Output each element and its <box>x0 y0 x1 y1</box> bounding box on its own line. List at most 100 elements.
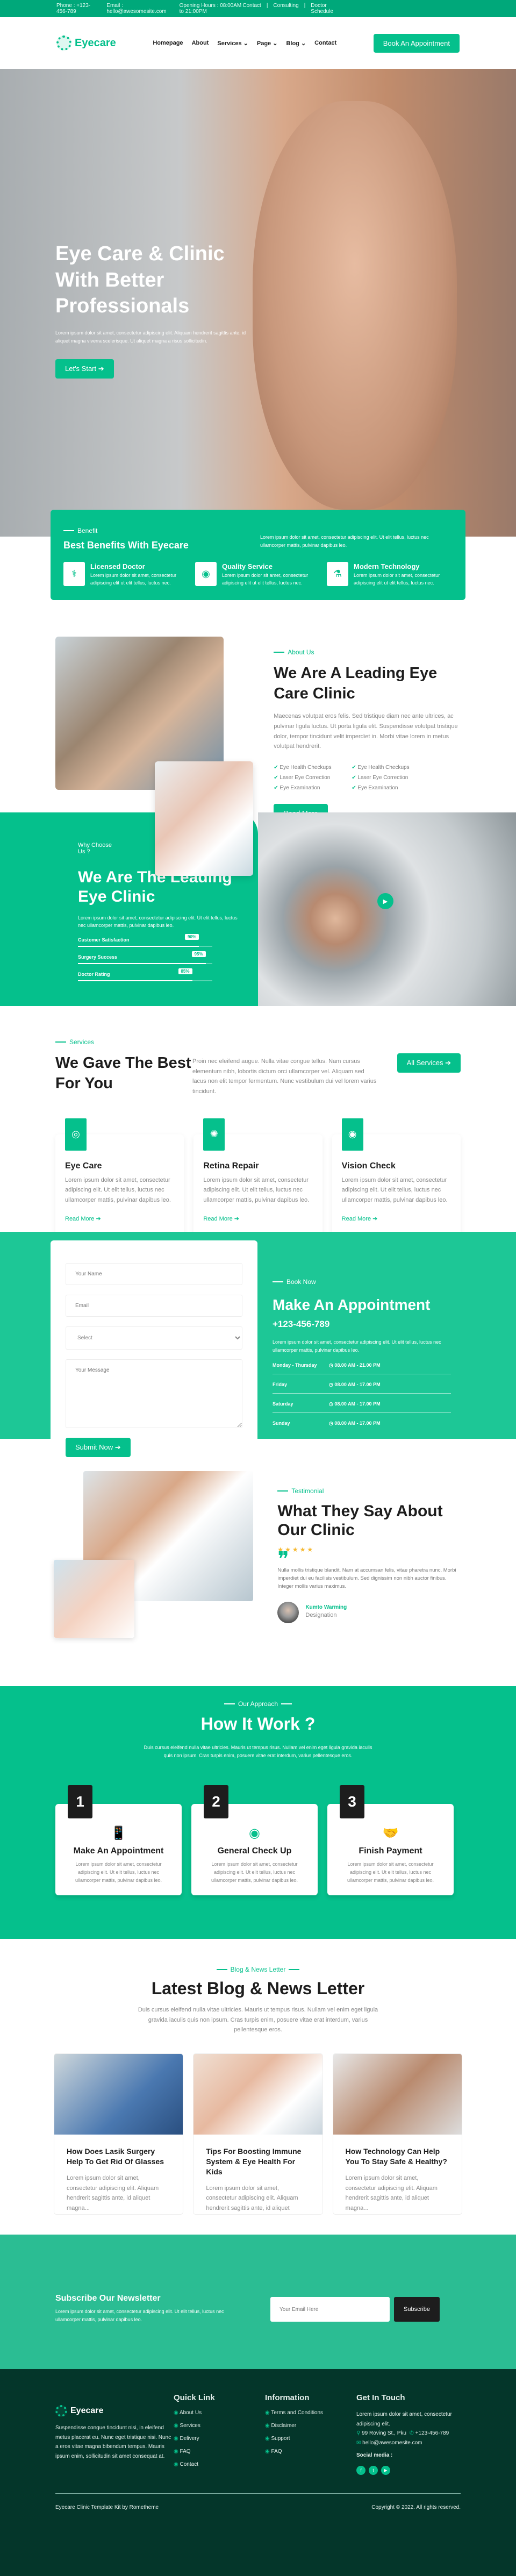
footer-quick-link[interactable]: About Us <box>174 2410 265 2416</box>
clock-icon: ◷ <box>329 1420 335 1426</box>
nav-blog[interactable]: Blog ⌄ <box>286 40 306 47</box>
blog-post: Tips For Boosting Immune System & Eye He… <box>193 2053 323 2215</box>
phone-icon: 📱 <box>110 1825 127 1840</box>
footer-quick-link[interactable]: FAQ <box>174 2449 265 2454</box>
hours-time: 08.00 AM - 17.00 PM <box>334 1420 381 1426</box>
book-appointment-button[interactable]: Book An Appointment <box>373 33 460 53</box>
progress-bar: Customer Satisfaction 90% <box>78 933 212 947</box>
eye-icon: ◎ <box>65 1118 87 1151</box>
information-title: Information <box>265 2393 310 2402</box>
play-video-button[interactable]: ▶ <box>377 893 393 909</box>
social-label: Social media : <box>356 2452 393 2458</box>
subscribe-button[interactable]: Subscribe <box>394 2297 440 2322</box>
testimonial-label: Testimonial <box>277 1487 462 1495</box>
name-input[interactable] <box>66 1263 242 1285</box>
clock-icon: ◷ <box>329 1401 335 1407</box>
blog-title: Latest Blog & News Letter <box>151 1979 365 1998</box>
step-text: Lorem ipsum dolor sit amet, consectetur … <box>347 1861 434 1883</box>
star-rating: ★★★★★ <box>277 1546 315 1553</box>
footer-quick-link[interactable]: Services <box>174 2423 265 2429</box>
address: 99 Roving St., Pku <box>362 2430 406 2436</box>
services-title: We Gave The Best For You <box>55 1054 191 1092</box>
nav-services[interactable]: Services ⌄ <box>217 40 248 47</box>
nav-about[interactable]: About <box>192 40 209 47</box>
how-it-works-section: Our Approach How It Work ? Duis cursus e… <box>0 1686 516 1939</box>
footer-phone: +123-456-789 <box>415 2430 449 2436</box>
twitter-icon[interactable]: t <box>369 2465 378 2475</box>
blog-post-title[interactable]: Tips For Boosting Immune System & Eye He… <box>206 2146 310 2177</box>
eye-icon: ◉ <box>195 562 217 586</box>
benefit-item-title: Quality Service <box>222 562 273 570</box>
services-section: Services We Gave The Best For You Proin … <box>0 1006 516 1250</box>
service-read-more-link[interactable]: Read More ➔ <box>65 1215 101 1222</box>
footer-quick-link[interactable]: Delivery <box>174 2436 265 2442</box>
main-nav: Homepage About Services ⌄ Page ⌄ Blog ⌄ … <box>153 40 336 47</box>
footer-logo-text: Eyecare <box>70 2406 104 2415</box>
service-select[interactable]: Select <box>66 1326 242 1350</box>
facebook-icon[interactable]: f <box>356 2465 366 2475</box>
hours-time: 08.00 AM - 17.00 PM <box>334 1401 381 1407</box>
benefit-item-text: Lorem ipsum dolor sit amet, consectetur … <box>90 573 177 586</box>
footer-info-link[interactable]: Disclaimer <box>265 2423 356 2429</box>
benefit-item: ◉ Quality Service Lorem ipsum dolor sit am… <box>195 562 316 587</box>
blog-post-image[interactable] <box>54 2054 183 2135</box>
location-icon: ⚲ <box>356 2430 361 2436</box>
check-item: Laser Eye Correction <box>274 775 352 781</box>
youtube-icon[interactable]: ▶ <box>381 2465 390 2475</box>
topbar-link-doctor-schedule[interactable]: Doctor Schedule <box>311 3 333 15</box>
blog-post-image[interactable] <box>333 2054 462 2135</box>
progress-label: Surgery Success <box>78 954 118 960</box>
copyright: Copyright © 2022. All rights reserved. <box>371 2504 461 2510</box>
all-services-button[interactable]: All Services ➔ <box>397 1053 461 1073</box>
step-title: General Check Up <box>217 1846 292 1856</box>
footer-quick-link[interactable]: Contact <box>174 2461 265 2467</box>
email-input[interactable] <box>66 1295 242 1317</box>
service-read-more-link[interactable]: Read More ➔ <box>203 1215 239 1222</box>
footer-logo[interactable]: Eyecare <box>55 2405 174 2417</box>
hours-day: Monday - Thursday <box>273 1362 317 1368</box>
topbar-link-contact[interactable]: Contact <box>242 3 261 15</box>
footer-info-link[interactable]: FAQ <box>265 2449 356 2454</box>
nav-homepage[interactable]: Homepage <box>153 40 183 47</box>
about-label: About Us <box>274 648 462 656</box>
testimonial-quote: Nulla mollis tristique blandit. Nam at a… <box>277 1567 456 1590</box>
footer-info-link[interactable]: Terms and Conditions <box>265 2410 356 2416</box>
topbar-link-consulting[interactable]: Consulting <box>273 3 298 15</box>
how-text: Duis cursus eleifend nulla vitae ultrici… <box>144 1745 372 1759</box>
testimonial-section: Testimonial What They Say About Our Clin… <box>0 1439 516 1686</box>
blog-text: Duis cursus eleifend nulla vitae ultrici… <box>138 2007 378 2033</box>
benefit-item-title: Modern Technology <box>354 562 420 570</box>
newsletter-title: Subscribe Our Newsletter <box>55 2294 161 2303</box>
step-title: Finish Payment <box>359 1846 422 1856</box>
about-section: About Us We Are A Leading Eye Care Clini… <box>0 600 516 876</box>
service-read-more-link[interactable]: Read More ➔ <box>342 1215 378 1222</box>
hours-day: Friday <box>273 1381 288 1387</box>
about-text: Maecenas volutpat eros felis. Sed tristi… <box>274 713 458 750</box>
blog-post-title[interactable]: How Does Lasik Surgery Help To Get Rid O… <box>67 2146 170 2167</box>
logo[interactable]: Eyecare <box>56 35 116 51</box>
header: Eyecare Homepage About Services ⌄ Page ⌄… <box>0 17 516 69</box>
blog-post-excerpt: Lorem ipsum dolor sit amet, consectetur … <box>345 2174 438 2211</box>
message-input[interactable] <box>66 1359 242 1428</box>
footer-about: Suspendisse congue tincidunt nisi, in el… <box>55 2425 171 2459</box>
nav-page[interactable]: Page ⌄ <box>257 40 278 47</box>
step-card: 2 ◉ General Check Up Lorem ipsum dolor sit … <box>191 1785 318 1895</box>
lets-start-button[interactable]: Let's Start ➔ <box>55 359 114 379</box>
progress-bar: Doctor Rating 85% <box>78 968 212 981</box>
benefit-item: ⚗ Modern Technology Lorem ipsum dolor sit … <box>327 562 448 587</box>
blog-post-excerpt: Lorem ipsum dolor sit amet, consectetur … <box>206 2185 298 2212</box>
blog-post-image[interactable] <box>194 2054 322 2135</box>
progress-fill <box>78 962 206 964</box>
service-title: Eye Care <box>65 1161 102 1171</box>
submit-button[interactable]: Submit Now ➔ <box>66 1438 131 1457</box>
step-text: Lorem ipsum dolor sit amet, consectetur … <box>211 1861 298 1883</box>
newsletter-email-input[interactable] <box>270 2297 390 2322</box>
blog-post-title[interactable]: How Technology Can Help You To Stay Safe… <box>346 2146 449 2167</box>
logo-text: Eyecare <box>75 37 116 49</box>
service-title: Retina Repair <box>203 1161 259 1171</box>
nav-contact[interactable]: Contact <box>314 40 336 47</box>
progress-fill <box>78 980 192 981</box>
hours-time: 08.00 AM - 17.00 PM <box>334 1381 381 1387</box>
footer-info-link[interactable]: Support <box>265 2436 356 2442</box>
progress-label: Doctor Rating <box>78 971 110 977</box>
